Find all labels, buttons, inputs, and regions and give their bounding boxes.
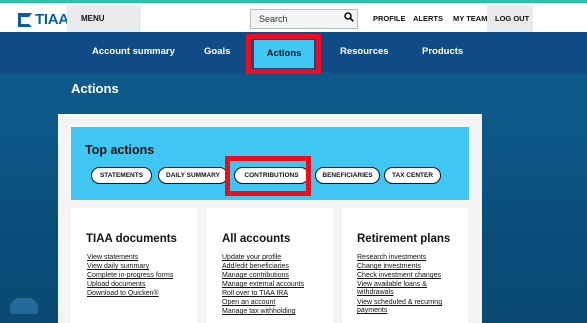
nav-resources[interactable]: Resources [340,46,389,57]
highlight-box-contributions [225,156,311,196]
link-view-available-loans[interactable]: View available loans & [357,281,427,289]
tax-center-button[interactable]: TAX CENTER [384,167,441,184]
cloud-decoration [10,298,38,314]
link-download-to-quicken[interactable]: Download to Quicken® [87,290,159,298]
card-title-tiaa-documents: TIAA documents [86,233,177,245]
link-roll-over-to-tiaa-ira[interactable]: Roll over to TIAA IRA [222,290,288,298]
link-manage-external-accounts[interactable]: Manage external accounts [222,281,304,289]
statements-button[interactable]: STATEMENTS [91,167,152,184]
search-icon[interactable] [344,12,354,22]
card-title-retirement-plans: Retirement plans [357,233,451,245]
tiaa-logo-mark-icon [18,12,32,27]
daily-summary-button[interactable]: DAILY SUMMARY [158,167,228,184]
link-upload-documents[interactable]: Upload documents [87,281,145,289]
nav-goals[interactable]: Goals [204,46,230,57]
search-input[interactable]: Search [250,9,358,29]
menu-button[interactable]: MENU [67,6,141,32]
nav-products[interactable]: Products [422,46,463,57]
nav-account-summary[interactable]: Account summary [92,46,175,57]
link-manage-contributions[interactable]: Manage contributions [222,272,289,280]
link-update-your-profile[interactable]: Update your profile [222,254,281,262]
top-bar: TIAA MENU Search PROFILE ALERTS MY TEAM … [0,0,587,32]
link-view-statements[interactable]: View statements [87,254,138,262]
logo-text: TIAA [35,11,69,28]
beneficiaries-button[interactable]: BENEFICIARIES [315,167,380,184]
profile-link[interactable]: PROFILE [373,14,406,23]
link-open-an-account[interactable]: Open an account [222,299,275,307]
link-view-daily-summary[interactable]: View daily summary [87,263,149,271]
page-title: Actions [71,81,119,96]
logout-button[interactable]: LOG OUT [487,6,533,32]
card-title-all-accounts: All accounts [222,233,291,245]
link-change-investments[interactable]: Change investments [357,263,421,271]
link-view-available-loans-cont[interactable]: withdrawals [357,289,394,297]
link-view-scheduled-recurring[interactable]: View scheduled & recurring [357,299,442,307]
tiaa-logo[interactable]: TIAA [18,11,69,28]
alerts-link[interactable]: ALERTS [413,14,443,23]
highlight-box-actions [246,34,321,74]
link-complete-in-progress-forms[interactable]: Complete in-progress forms [87,272,173,280]
link-manage-tax-withholding[interactable]: Manage tax withholding [222,308,296,316]
top-actions-title: Top actions [85,143,155,157]
my-team-link[interactable]: MY TEAM [453,14,487,23]
link-add-edit-beneficiaries[interactable]: Add/edit beneficiaries [222,263,289,271]
link-view-scheduled-recurring-cont[interactable]: payments [357,307,387,315]
link-research-investments[interactable]: Research investments [357,254,426,262]
link-check-investment-changes[interactable]: Check investment changes [357,272,441,280]
